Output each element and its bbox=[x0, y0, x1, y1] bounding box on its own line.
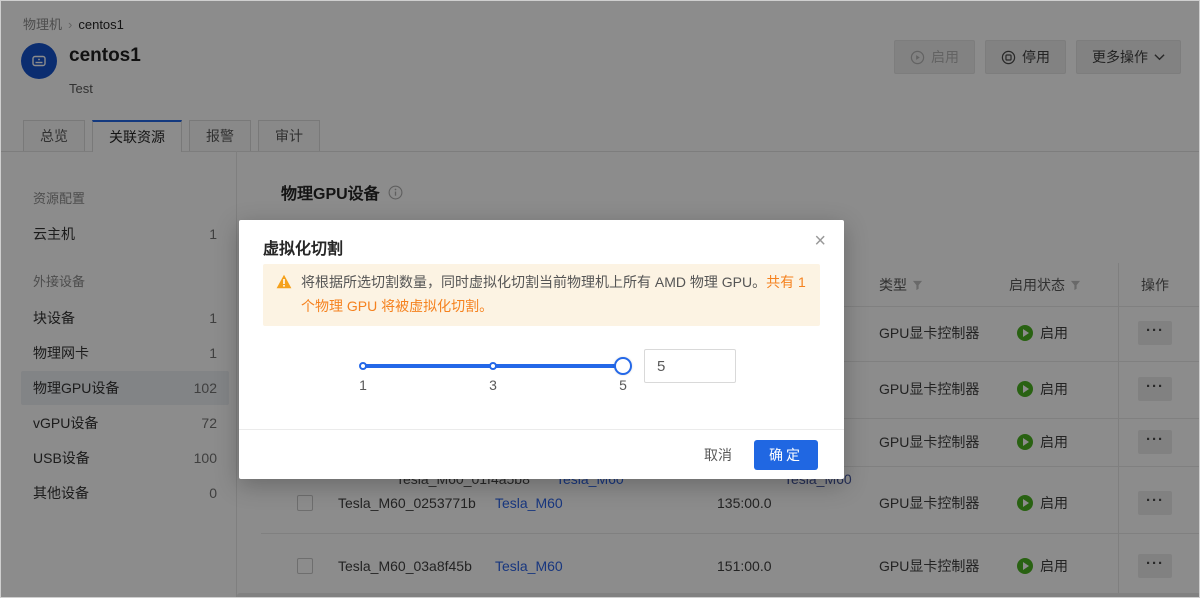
slider-handle[interactable] bbox=[614, 357, 632, 375]
modal-title: 虚拟化切割 bbox=[263, 235, 343, 259]
confirm-button[interactable]: 确定 bbox=[754, 440, 818, 470]
modal-footer: 取消 确定 bbox=[239, 430, 844, 479]
virtualization-cut-modal: 虚拟化切割 × 将根据所选切割数量，同时虚拟化切割当前物理机上所有 AMD 物理… bbox=[239, 220, 844, 479]
physical-machine-detail-page: 物理机›centos1 centos1 Test 启用 停用 更多操作 bbox=[0, 0, 1200, 598]
warning-text-main: 将根据所选切割数量，同时虚拟化切割当前物理机上所有 AMD 物理 GPU。 bbox=[301, 274, 766, 290]
slider-label-min: 1 bbox=[359, 377, 367, 393]
slider-label-mid: 3 bbox=[489, 377, 497, 393]
close-icon[interactable]: × bbox=[814, 230, 826, 252]
cut-count-input[interactable] bbox=[644, 349, 736, 383]
warning-icon bbox=[276, 274, 292, 289]
slider-mark-3 bbox=[489, 362, 497, 370]
warning-alert: 将根据所选切割数量，同时虚拟化切割当前物理机上所有 AMD 物理 GPU。共有 … bbox=[263, 264, 820, 326]
slider-label-max: 5 bbox=[619, 377, 627, 393]
warning-text: 将根据所选切割数量，同时虚拟化切割当前物理机上所有 AMD 物理 GPU。共有 … bbox=[301, 270, 806, 318]
cancel-button[interactable]: 取消 bbox=[704, 445, 732, 465]
slider-mark-1 bbox=[359, 362, 367, 370]
